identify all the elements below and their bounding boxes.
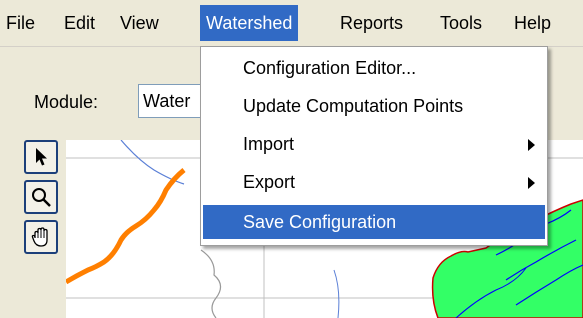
menu-item-label: Save Configuration xyxy=(243,212,397,232)
menu-item-label: Export xyxy=(243,172,296,192)
menu-reports[interactable]: Reports xyxy=(334,5,409,41)
subbasin-boundary-line xyxy=(200,249,222,318)
menu-item-label: Configuration Editor... xyxy=(243,58,417,78)
menu-item-export[interactable]: Export xyxy=(203,165,545,199)
menu-item-configuration-editor[interactable]: Configuration Editor... xyxy=(203,51,545,85)
menu-item-update-computation-points[interactable]: Update Computation Points xyxy=(203,89,545,123)
zoom-tool-button[interactable] xyxy=(24,180,58,214)
menu-item-import[interactable]: Import xyxy=(203,127,545,161)
menu-bar: File Edit View Watershed Reports Tools H… xyxy=(0,0,583,47)
menu-watershed[interactable]: Watershed xyxy=(200,5,299,41)
map-stream-line xyxy=(333,269,340,318)
orange-stream-line xyxy=(66,168,186,285)
magnifier-icon xyxy=(32,188,51,207)
menu-item-save-configuration[interactable]: Save Configuration xyxy=(203,205,545,239)
submenu-arrow-icon xyxy=(528,177,535,189)
module-select[interactable]: Water xyxy=(138,84,208,118)
watershed-dropdown-menu: Configuration Editor... Update Computati… xyxy=(200,46,548,246)
menu-edit[interactable]: Edit xyxy=(58,5,101,41)
menu-view[interactable]: View xyxy=(114,5,165,41)
menu-item-label: Import xyxy=(243,134,295,154)
select-tool-button[interactable] xyxy=(24,140,58,174)
menu-item-label: Update Computation Points xyxy=(243,96,464,116)
module-select-value: Water xyxy=(143,91,191,111)
menu-help[interactable]: Help xyxy=(508,5,557,41)
pointer-arrow-icon xyxy=(36,148,47,166)
module-label: Module: xyxy=(34,92,99,112)
tool-palette xyxy=(24,140,58,300)
menu-file[interactable]: File xyxy=(0,5,41,41)
pan-tool-button[interactable] xyxy=(24,220,58,254)
menu-tools[interactable]: Tools xyxy=(434,5,488,41)
submenu-arrow-icon xyxy=(528,139,535,151)
hand-icon xyxy=(31,227,48,247)
